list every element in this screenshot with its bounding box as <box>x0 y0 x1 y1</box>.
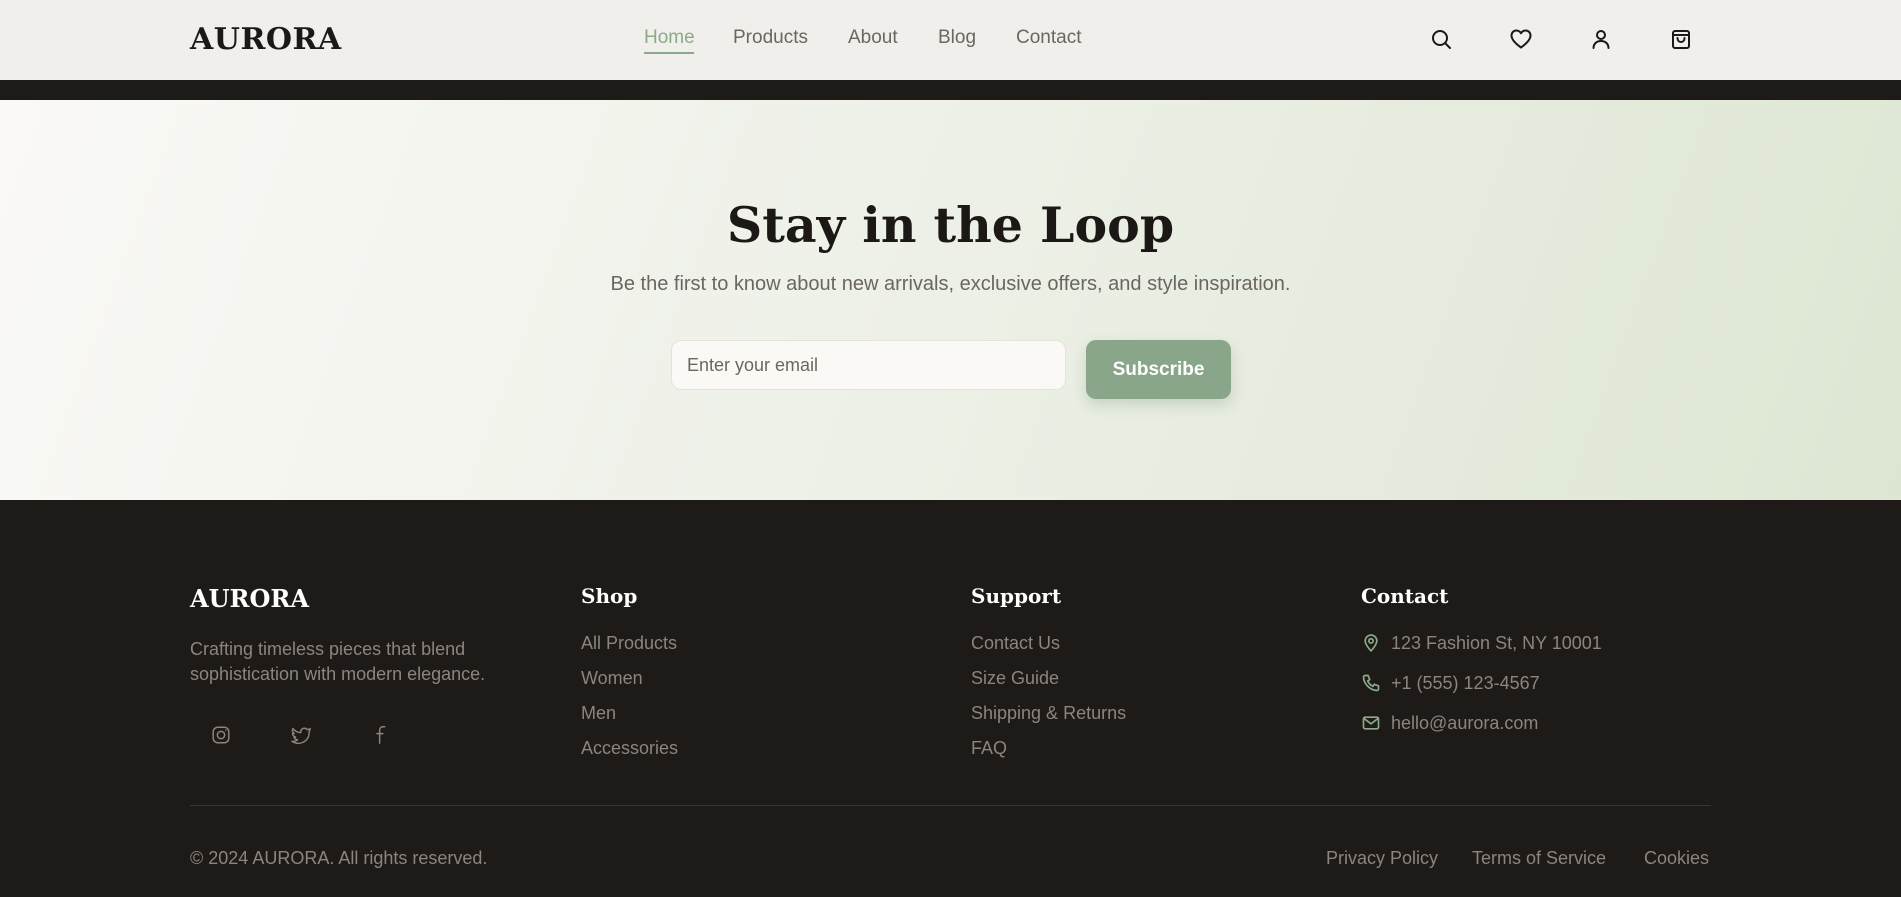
nav-home[interactable]: Home <box>644 27 695 49</box>
search-icon[interactable] <box>1429 27 1453 51</box>
site-logo[interactable]: AURORA <box>190 22 342 57</box>
site-header: AURORA Home Products About Blog Contact <box>0 0 1901 80</box>
footer-link-faq[interactable]: FAQ <box>971 738 1007 759</box>
site-footer: AURORA Crafting timeless pieces that ble… <box>0 500 1901 897</box>
footer-link-men[interactable]: Men <box>581 703 616 724</box>
contact-address: 123 Fashion St, NY 10001 <box>1391 633 1602 653</box>
footer-link-shipping-returns[interactable]: Shipping & Returns <box>971 703 1126 724</box>
facebook-icon[interactable] <box>370 724 392 746</box>
newsletter-title: Stay in the Loop <box>726 196 1175 254</box>
phone-icon <box>1361 673 1381 693</box>
contact-phone[interactable]: +1 (555) 123-4567 <box>1391 673 1540 694</box>
nav-active-indicator <box>644 52 694 54</box>
contact-email[interactable]: hello@aurora.com <box>1391 713 1538 734</box>
subscribe-button[interactable]: Subscribe <box>1086 340 1231 399</box>
nav-contact[interactable]: Contact <box>1016 27 1081 49</box>
footer-heading-support: Support <box>971 584 1062 608</box>
privacy-policy-link[interactable]: Privacy Policy <box>1326 848 1438 869</box>
footer-link-women[interactable]: Women <box>581 668 643 689</box>
nav-about[interactable]: About <box>848 27 898 49</box>
copyright-text: © 2024 AURORA. All rights reserved. <box>190 848 488 868</box>
map-pin-icon <box>1361 633 1381 653</box>
newsletter-section: Stay in the Loop Be the first to know ab… <box>0 100 1901 500</box>
footer-tagline: Crafting timeless pieces that blend soph… <box>190 639 486 684</box>
footer-link-size-guide[interactable]: Size Guide <box>971 668 1059 689</box>
heart-icon[interactable] <box>1509 27 1533 51</box>
nav-products[interactable]: Products <box>733 27 808 49</box>
nav-blog[interactable]: Blog <box>938 27 976 49</box>
footer-link-accessories[interactable]: Accessories <box>581 738 678 759</box>
newsletter-subtitle: Be the first to know about new arrivals,… <box>610 273 1291 295</box>
mail-icon <box>1361 713 1381 733</box>
header-divider-band <box>0 80 1901 100</box>
email-input[interactable] <box>671 340 1066 390</box>
user-icon[interactable] <box>1589 27 1613 51</box>
footer-link-all-products[interactable]: All Products <box>581 633 677 654</box>
footer-heading-shop: Shop <box>581 584 638 608</box>
shopping-bag-icon[interactable] <box>1669 27 1693 51</box>
instagram-icon[interactable] <box>210 724 232 746</box>
terms-of-service-link[interactable]: Terms of Service <box>1472 848 1606 869</box>
footer-divider <box>190 805 1711 806</box>
footer-heading-contact: Contact <box>1361 584 1449 608</box>
cookies-link[interactable]: Cookies <box>1644 848 1709 869</box>
footer-link-contact-us[interactable]: Contact Us <box>971 633 1060 654</box>
twitter-icon[interactable] <box>290 724 312 746</box>
footer-logo[interactable]: AURORA <box>190 584 309 613</box>
